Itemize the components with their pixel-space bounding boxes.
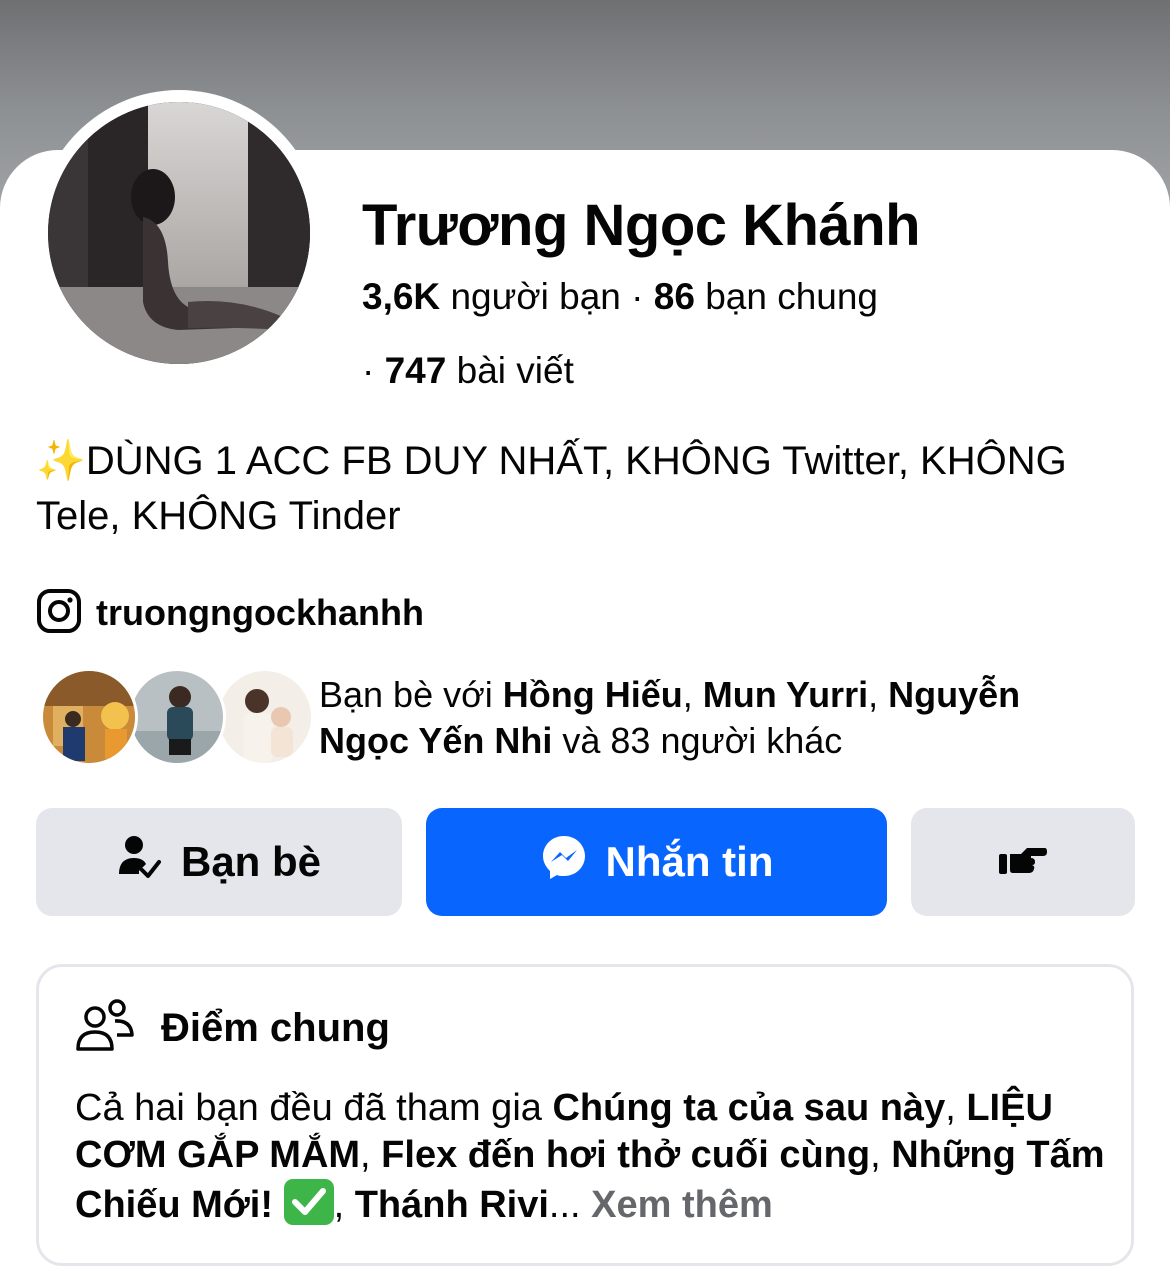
mutual-suffix[interactable]: và 83 người khác — [552, 720, 842, 761]
mutual-friend-avatar[interactable] — [216, 668, 314, 766]
common-prefix: Cả hai bạn đều đã tham gia — [75, 1087, 553, 1129]
message-button[interactable]: Nhắn tin — [426, 808, 887, 916]
group-name[interactable]: Flex đến hơi thở cuối cùng — [381, 1134, 870, 1176]
separator: , — [360, 1134, 382, 1176]
bio-text: DÙNG 1 ACC FB DUY NHẤT, KHÔNG Twitter, K… — [36, 439, 1067, 538]
poke-button[interactable] — [911, 808, 1135, 916]
check-mark-icon — [283, 1179, 334, 1225]
mutual-friend-avatar[interactable] — [128, 668, 226, 766]
messenger-icon — [540, 833, 588, 891]
avatar-photo — [48, 102, 310, 364]
poke-hand-icon — [999, 838, 1047, 886]
profile-avatar[interactable] — [48, 102, 310, 364]
comma: , — [868, 674, 889, 715]
common-ground-card: Điểm chung Cả hai bạn đều đã tham gia Ch… — [36, 964, 1134, 1266]
stats-separator: · — [362, 350, 375, 391]
common-ground-title: Điểm chung — [161, 1006, 390, 1050]
separator: , — [945, 1087, 967, 1129]
mutual-friend-name[interactable]: Mun Yurri — [703, 674, 868, 715]
mutual-friend-name[interactable]: Hồng Hiếu — [503, 674, 683, 715]
separator: , — [870, 1134, 892, 1176]
posts-count: 747 — [384, 350, 447, 391]
friends-count[interactable]: 3,6K — [362, 276, 440, 317]
see-more-link[interactable]: Xem thêm — [591, 1184, 773, 1226]
mutual-label[interactable]: bạn chung — [705, 276, 878, 317]
profile-name: Trương Ngọc Khánh — [362, 193, 921, 258]
comma: , — [682, 674, 703, 715]
friends-button[interactable]: Bạn bè — [36, 808, 402, 916]
stats-separator: · — [631, 276, 644, 317]
common-ground-header: Điểm chung — [75, 999, 390, 1058]
ellipsis: ... — [548, 1184, 592, 1226]
people-icon — [75, 999, 135, 1058]
separator: , — [333, 1184, 355, 1226]
sparkle-icon: ✨ — [36, 439, 86, 483]
friends-label[interactable]: người bạn — [450, 276, 620, 317]
instagram-handle[interactable]: truongngockhanhh — [96, 592, 424, 634]
profile-posts: · 747 bài viết — [362, 350, 574, 392]
profile-stats: 3,6K người bạn · 86 bạn chung — [362, 276, 878, 318]
instagram-link[interactable]: truongngockhanhh — [36, 588, 424, 638]
mutual-count[interactable]: 86 — [654, 276, 695, 317]
mutual-friends-text: Bạn bè với Hồng Hiếu, Mun Yurri, Nguyễn … — [319, 672, 1119, 764]
group-name[interactable]: Chúng ta của sau này — [552, 1087, 945, 1129]
group-name[interactable]: Thánh Rivi — [355, 1184, 549, 1226]
friends-button-label: Bạn bè — [180, 838, 322, 885]
posts-label: bài viết — [456, 350, 574, 391]
instagram-icon — [36, 588, 82, 639]
mutual-prefix: Bạn bè với — [319, 674, 503, 715]
friend-check-icon — [117, 834, 163, 890]
mutual-friend-avatar[interactable] — [40, 668, 138, 766]
message-button-label: Nhắn tin — [605, 838, 774, 885]
common-ground-text: Cả hai bạn đều đã tham gia Chúng ta của … — [75, 1085, 1105, 1229]
profile-bio: ✨DÙNG 1 ACC FB DUY NHẤT, KHÔNG Twitter, … — [36, 434, 1136, 544]
